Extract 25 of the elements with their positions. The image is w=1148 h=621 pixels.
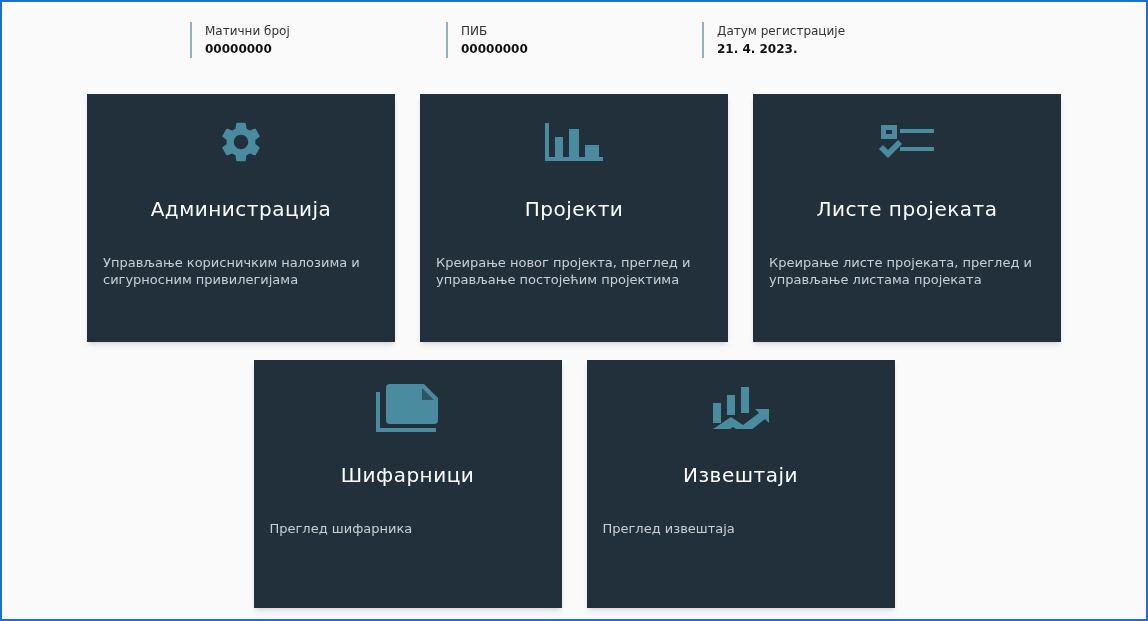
- info-label: Матични број: [205, 23, 291, 40]
- card-title: Администрација: [150, 196, 332, 223]
- module-card[interactable]: Листе пројеката Креирање листе пројеката, преглед и управљање листама пројеката: [753, 94, 1061, 342]
- checklist-icon: [879, 125, 935, 159]
- module-card[interactable]: Извештаји Преглед извештаја: [586, 360, 895, 608]
- module-card[interactable]: Администрација Управљање корисничким налозима и сигурносним привилегијама: [87, 94, 395, 342]
- trend-chart-icon: [712, 387, 769, 429]
- card-description: Креирање новог пројекта, преглед и управљање постојећим пројектима: [436, 254, 692, 288]
- info-value: 21. 4. 2023.: [717, 41, 799, 58]
- documents-icon: [375, 384, 440, 432]
- module-card[interactable]: Шифарници Преглед шифарника: [253, 360, 562, 608]
- card-title: Шифарници: [340, 462, 475, 489]
- card-title: Листе пројеката: [816, 196, 998, 223]
- card-title: Извештаји: [683, 462, 798, 489]
- info-label: Датум регистрације: [717, 23, 847, 40]
- module-card[interactable]: Пројекти Креирање новог пројекта, преглед и управљање постојећим пројектима: [420, 94, 728, 342]
- bar-chart-icon: [545, 123, 603, 161]
- card-description: Преглед шифарника: [269, 520, 414, 537]
- card-description: Креирање листе пројеката, преглед и управљање листама пројеката: [769, 254, 1033, 288]
- info-label: ПИБ: [461, 23, 489, 40]
- info-value: 00000000: [205, 41, 273, 58]
- card-description: Преглед извештаја: [602, 520, 736, 537]
- card-description: Управљање корисничким налозима и сигурносним привилегијама: [103, 254, 361, 288]
- info-value: 00000000: [461, 41, 529, 58]
- card-title: Пројекти: [524, 196, 624, 223]
